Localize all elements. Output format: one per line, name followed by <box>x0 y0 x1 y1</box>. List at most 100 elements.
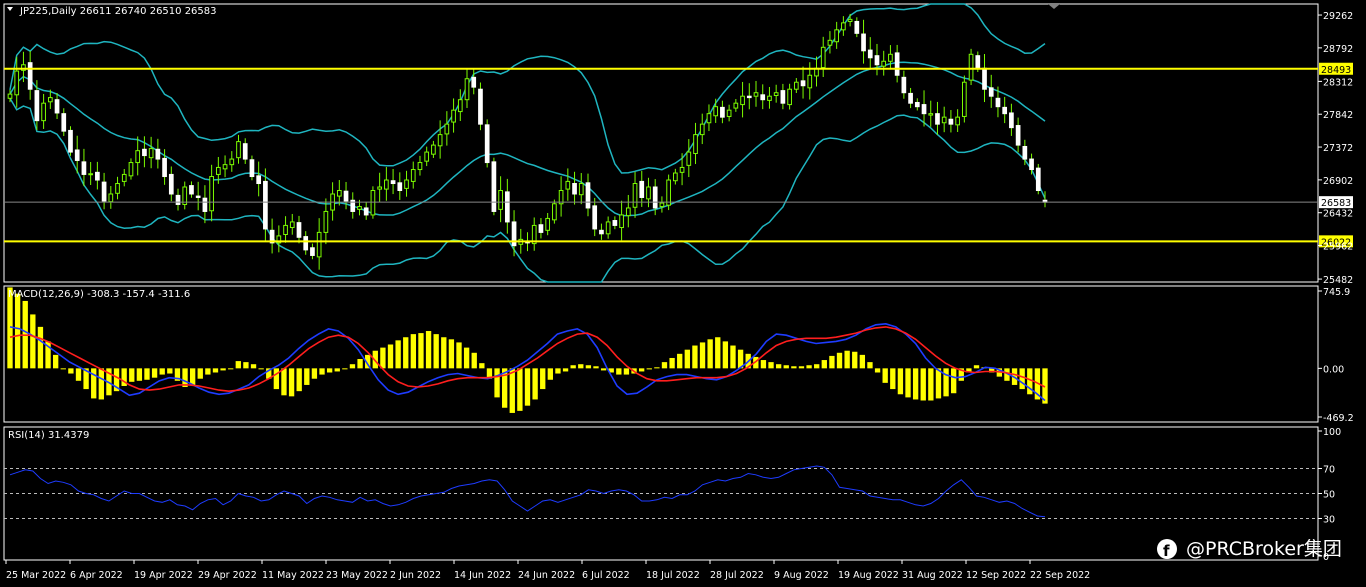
candle-body <box>740 95 745 106</box>
macd-bar <box>699 342 706 369</box>
candle-body <box>901 76 907 94</box>
macd-bar <box>235 361 241 369</box>
candle-body <box>424 151 430 162</box>
candle-body <box>451 109 456 123</box>
macd-bar <box>692 345 698 369</box>
macd-bar <box>684 349 690 369</box>
macd-bar <box>479 363 485 369</box>
macd-bar <box>296 368 302 392</box>
macd-bar <box>273 368 280 390</box>
macd-bar <box>448 339 455 369</box>
candle-body <box>699 123 705 136</box>
price-tick-label: 27842 <box>1323 110 1353 121</box>
macd-bar <box>326 368 333 373</box>
time-tick-label: 2 Jun 2022 <box>390 570 441 581</box>
candle-body <box>215 166 221 175</box>
macd-bar <box>768 362 774 369</box>
macd-bar <box>935 368 942 399</box>
candle-body <box>484 124 490 164</box>
candle-body <box>592 205 598 230</box>
candle-body <box>693 134 698 154</box>
macd-bar <box>798 366 805 369</box>
time-tick-label: 6 Jul 2022 <box>582 570 630 581</box>
rsi-tick-label: 30 <box>1323 515 1335 526</box>
macd-bar <box>136 368 143 381</box>
candle-body <box>7 93 13 99</box>
candle-body <box>47 97 53 103</box>
candle-body <box>263 180 268 230</box>
macd-histogram <box>7 287 1048 413</box>
candle-body <box>666 179 671 206</box>
macd-panel[interactable]: 745.9 0.00 -469.2 MACD(12,26,9) -308.3 -15… <box>7 287 1354 424</box>
macd-bar <box>951 368 957 394</box>
candle-body <box>444 123 450 135</box>
candle-body <box>256 175 262 185</box>
macd-bar <box>616 368 622 375</box>
macd-bar <box>532 368 538 400</box>
candle-body <box>370 189 376 216</box>
price-panel[interactable]: 2849326022 29262 28792 28312 27842 27372 2690… <box>4 3 1353 286</box>
candle-body <box>34 90 40 122</box>
candle-body <box>639 180 645 198</box>
shift-marker-icon[interactable] <box>1048 4 1060 9</box>
trading-chart[interactable]: 2849326022 29262 28792 28312 27842 27372 2690… <box>0 0 1366 587</box>
macd-bar <box>410 334 417 369</box>
rsi-levels <box>4 468 1318 519</box>
macd-bar <box>882 368 888 383</box>
candle-body <box>54 99 60 114</box>
candle-body <box>236 141 241 159</box>
macd-bar <box>98 368 104 400</box>
candle-body <box>625 207 631 217</box>
macd-bar <box>189 368 196 385</box>
candle-body <box>935 113 940 125</box>
rsi-tick-label: 50 <box>1323 490 1335 501</box>
candle-body <box>202 197 208 212</box>
candle-body <box>457 99 463 113</box>
candle-body <box>175 194 181 205</box>
candle-body <box>222 164 228 170</box>
candle-body <box>189 185 194 195</box>
macd-bar <box>715 337 721 369</box>
macd-bar <box>288 368 295 397</box>
macd-bar <box>68 368 74 374</box>
candle-body <box>88 173 93 176</box>
collapse-arrow-icon[interactable] <box>7 7 13 11</box>
macd-bar <box>928 368 934 401</box>
horizontal-levels[interactable]: 2849326022 <box>4 62 1353 249</box>
candle-body <box>652 186 658 209</box>
candle-body <box>914 101 920 108</box>
candle-body <box>619 214 624 229</box>
candlesticks <box>7 13 1048 270</box>
macd-bar <box>783 365 789 369</box>
candle-body <box>504 191 510 223</box>
macd-bar <box>30 314 36 369</box>
time-tick-label: 24 Jun 2022 <box>518 570 575 581</box>
macd-bar <box>707 339 713 369</box>
panel-frame <box>3 3 1319 283</box>
level-tag-label: 28493 <box>1321 65 1351 76</box>
candle-body <box>437 134 443 147</box>
candle-body <box>720 106 725 118</box>
candle-body <box>1022 145 1028 160</box>
candle-body <box>310 247 315 256</box>
macd-bar <box>250 364 257 369</box>
time-tick-label: 14 Jun 2022 <box>454 570 511 581</box>
candle-body <box>572 183 577 195</box>
candle-body <box>316 231 322 258</box>
candle-body <box>874 55 880 66</box>
candle-body <box>948 118 954 125</box>
candle-body <box>491 161 497 212</box>
watermark-text: @PRCBroker集团 <box>1186 538 1342 560</box>
candle-body <box>908 92 913 104</box>
macd-bar <box>517 368 523 411</box>
facebook-logo-letter: f <box>1163 542 1170 560</box>
rsi-panel[interactable]: 1007050300 RSI(14) 31.4379 <box>4 427 1341 563</box>
candle-body <box>894 52 900 76</box>
time-tick-label: 25 Mar 2022 <box>6 570 66 581</box>
time-tick-label: 29 Apr 2022 <box>198 570 257 581</box>
macd-bar <box>387 344 394 369</box>
macd-bar <box>463 347 470 369</box>
macd-bar <box>220 368 226 371</box>
candle-body <box>410 169 416 182</box>
macd-bar <box>623 368 630 375</box>
